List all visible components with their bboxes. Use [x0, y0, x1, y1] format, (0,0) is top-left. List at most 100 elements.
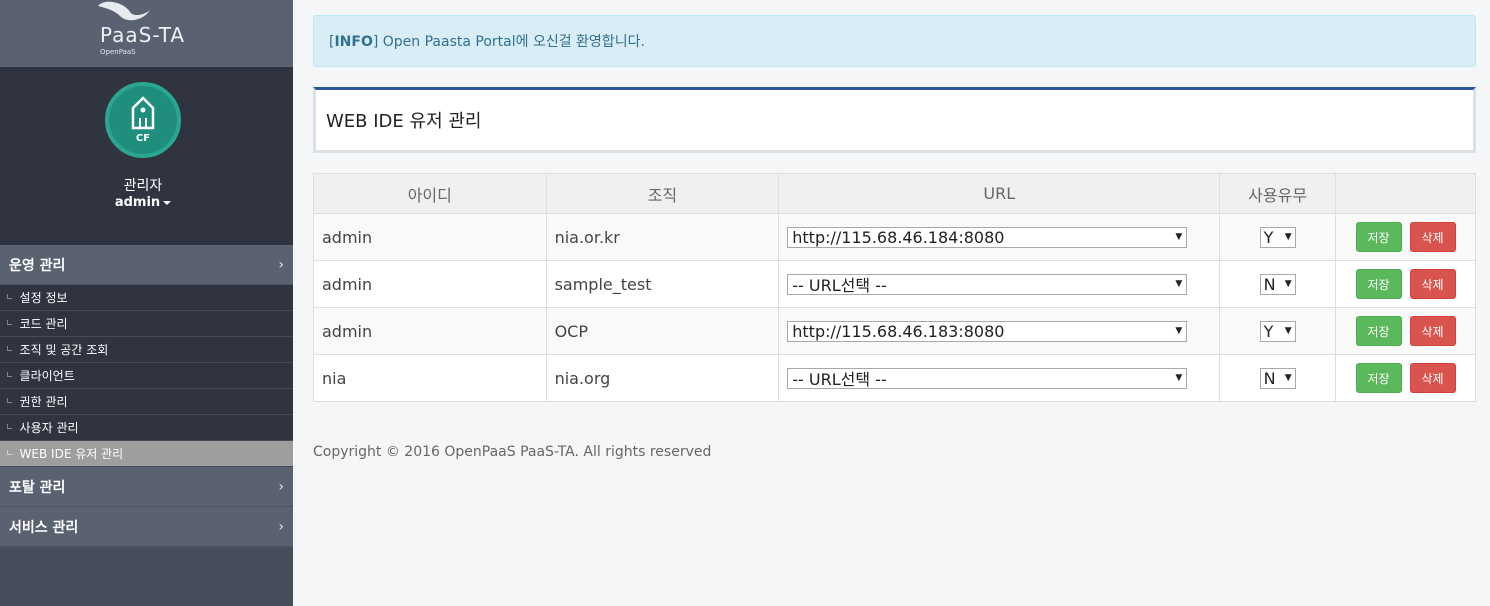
- cell-use: Y ▼: [1219, 213, 1337, 261]
- cell-org: nia.or.kr: [545, 213, 780, 261]
- alert-message: Open Paasta Portal에 오신걸 환영합니다.: [378, 34, 645, 50]
- chevron-right-icon: ›: [278, 478, 284, 495]
- menu-group-label: 운영 관리: [9, 257, 66, 274]
- avatar-badge: CF: [135, 133, 151, 144]
- page-title: WEB IDE 유저 관리: [326, 111, 482, 132]
- menu-group-service[interactable]: 서비스 관리 ›: [0, 507, 293, 547]
- sidebar-item-label: 클라이언트: [19, 369, 75, 383]
- cell-use: N ▼: [1219, 354, 1337, 402]
- sub-item-marker-icon: ∟: [6, 370, 14, 381]
- user-menu[interactable]: admin: [0, 195, 286, 210]
- save-button[interactable]: 저장: [1355, 269, 1402, 299]
- copyright-footer: Copyright © 2016 OpenPaaS PaaS-TA. All r…: [313, 444, 712, 460]
- sidebar-item-codes[interactable]: ∟ 코드 관리: [0, 311, 293, 337]
- submenu-operations: ∟ 설정 정보 ∟ 코드 관리 ∟ 조직 및 공간 조회 ∟ 클라이언트 ∟ 권한 관리 …: [0, 285, 293, 467]
- cell-actions: 저장 삭제: [1335, 354, 1476, 402]
- logo-swoosh-icon: [98, 1, 150, 21]
- column-header-actions: [1335, 173, 1476, 214]
- sidebar: PaaS-TA OpenPaaS CF 관리자 admin 운영 관리 › ∟ 설…: [0, 0, 293, 606]
- table-row: nia nia.org -- URL선택 -- ▼ N ▼ 저장 삭제: [313, 354, 1476, 402]
- url-select[interactable]: http://115.68.46.183:8080 ▼: [787, 320, 1188, 342]
- cell-id: admin: [313, 213, 547, 261]
- cell-url: http://115.68.46.183:8080 ▼: [778, 307, 1221, 355]
- use-select[interactable]: Y ▼: [1259, 226, 1296, 248]
- delete-button[interactable]: 삭제: [1409, 269, 1456, 299]
- cell-org: OCP: [545, 307, 780, 355]
- cell-org: nia.org: [545, 354, 780, 402]
- cell-org: sample_test: [545, 260, 780, 308]
- cell-actions: 저장 삭제: [1335, 307, 1476, 355]
- dropdown-arrow-icon: ▼: [1175, 326, 1183, 336]
- cell-actions: 저장 삭제: [1335, 260, 1476, 308]
- cell-id: admin: [313, 307, 547, 355]
- menu-group-label: 포탈 관리: [9, 479, 66, 496]
- dropdown-arrow-icon: ▼: [1175, 232, 1183, 242]
- url-select-value: -- URL선택 --: [792, 370, 887, 389]
- sidebar-item-settings[interactable]: ∟ 설정 정보: [0, 285, 293, 311]
- column-header-use: 사용유무: [1219, 173, 1337, 214]
- logo[interactable]: PaaS-TA OpenPaaS: [0, 0, 293, 67]
- sidebar-item-webide-users[interactable]: ∟ WEB IDE 유저 관리: [0, 441, 293, 467]
- profile-role: 관리자: [123, 178, 163, 194]
- sidebar-item-client[interactable]: ∟ 클라이언트: [0, 363, 293, 389]
- use-select[interactable]: N ▼: [1259, 367, 1296, 389]
- cell-id: nia: [313, 354, 547, 402]
- webide-user-table: 아이디 조직 URL 사용유무 admin nia.or.kr http://1…: [313, 173, 1476, 402]
- column-header-id: 아이디: [313, 173, 547, 214]
- page-title-box: WEB IDE 유저 관리: [313, 87, 1476, 153]
- avatar: CF: [105, 82, 181, 158]
- save-button[interactable]: 저장: [1355, 316, 1402, 346]
- sidebar-item-label: WEB IDE 유저 관리: [19, 447, 124, 461]
- dropdown-arrow-icon: ▼: [1284, 279, 1292, 289]
- sub-item-marker-icon: ∟: [6, 292, 14, 303]
- table-row: admin sample_test -- URL선택 -- ▼ N ▼ 저장 삭제: [313, 260, 1476, 308]
- sub-item-marker-icon: ∟: [6, 448, 14, 459]
- alert-text: [INFO] Open Paasta Portal에 오신걸 환영합니다.: [329, 34, 645, 50]
- sidebar-item-label: 코드 관리: [19, 317, 68, 331]
- sidebar-item-label: 조직 및 공간 조회: [19, 343, 109, 357]
- menu-group-operations[interactable]: 운영 관리 ›: [0, 245, 293, 285]
- sidebar-item-org-space[interactable]: ∟ 조직 및 공간 조회: [0, 337, 293, 363]
- url-select-value: -- URL선택 --: [792, 276, 887, 295]
- save-button[interactable]: 저장: [1355, 363, 1402, 393]
- url-select[interactable]: -- URL선택 -- ▼: [787, 367, 1188, 389]
- save-button[interactable]: 저장: [1355, 222, 1402, 252]
- alert-tag: INFO: [334, 34, 373, 50]
- dropdown-arrow-icon: ▼: [1284, 373, 1292, 383]
- use-select-value: N: [1263, 368, 1276, 388]
- cell-url: http://115.68.46.184:8080 ▼: [778, 213, 1221, 261]
- building-icon: [131, 96, 155, 130]
- cell-url: -- URL선택 -- ▼: [778, 260, 1221, 308]
- brand-name: PaaS-TA: [100, 23, 186, 47]
- brand-sub: OpenPaaS: [100, 48, 136, 56]
- menu-group-portal[interactable]: 포탈 관리 ›: [0, 467, 293, 507]
- use-select-value: N: [1263, 274, 1276, 294]
- dropdown-arrow-icon: ▼: [1284, 326, 1292, 336]
- menu-group-label: 서비스 관리: [9, 519, 79, 536]
- chevron-right-icon: ›: [278, 256, 284, 273]
- url-select-value: http://115.68.46.184:8080: [792, 227, 1005, 247]
- delete-button[interactable]: 삭제: [1409, 222, 1456, 252]
- cell-url: -- URL선택 -- ▼: [778, 354, 1221, 402]
- info-alert: [INFO] Open Paasta Portal에 오신걸 환영합니다.: [313, 15, 1476, 67]
- cell-use: N ▼: [1219, 260, 1337, 308]
- sidebar-item-users[interactable]: ∟ 사용자 관리: [0, 415, 293, 441]
- url-select[interactable]: http://115.68.46.184:8080 ▼: [787, 226, 1188, 248]
- dropdown-arrow-icon: ▼: [1284, 232, 1292, 242]
- sidebar-item-label: 설정 정보: [19, 291, 68, 305]
- delete-button[interactable]: 삭제: [1409, 316, 1456, 346]
- use-select[interactable]: Y ▼: [1259, 320, 1296, 342]
- dropdown-arrow-icon: ▼: [1175, 279, 1183, 289]
- table-row: admin nia.or.kr http://115.68.46.184:808…: [313, 213, 1476, 261]
- use-select[interactable]: N ▼: [1259, 273, 1296, 295]
- sidebar-item-label: 사용자 관리: [19, 421, 79, 435]
- caret-down-icon: [163, 200, 172, 205]
- sub-item-marker-icon: ∟: [6, 422, 14, 433]
- sidebar-item-permissions[interactable]: ∟ 권한 관리: [0, 389, 293, 415]
- column-header-url: URL: [778, 173, 1221, 214]
- url-select[interactable]: -- URL선택 -- ▼: [787, 273, 1188, 295]
- url-select-value: http://115.68.46.183:8080: [792, 321, 1005, 341]
- delete-button[interactable]: 삭제: [1409, 363, 1456, 393]
- sub-item-marker-icon: ∟: [6, 344, 14, 355]
- cell-use: Y ▼: [1219, 307, 1337, 355]
